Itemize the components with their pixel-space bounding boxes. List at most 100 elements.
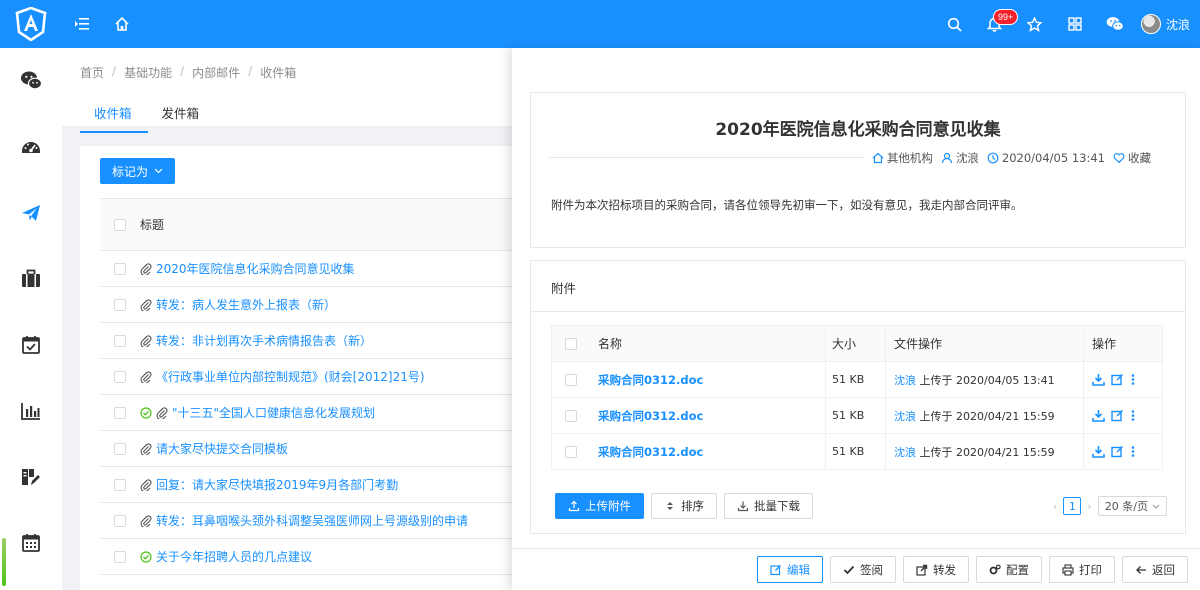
batch-download-button[interactable]: 批量下载 xyxy=(724,493,813,519)
menu-toggle-button[interactable] xyxy=(62,0,102,48)
attachment-rows: 采购合同0312.doc 51 KB 沈浪 上传于 2020/04/05 13:41… xyxy=(551,362,1163,470)
page-size-select[interactable]: 20 条/页 xyxy=(1097,496,1167,516)
more-vertical-icon[interactable] xyxy=(1130,373,1136,386)
sidebar-item-chart[interactable] xyxy=(0,378,62,444)
paperclip-icon xyxy=(140,442,152,455)
download-icon[interactable] xyxy=(1092,445,1105,458)
download-icon[interactable] xyxy=(1092,409,1105,422)
notification-button[interactable]: 99+ xyxy=(975,0,1019,48)
uploader-link[interactable]: 沈浪 xyxy=(894,374,916,387)
app-logo[interactable] xyxy=(0,0,62,48)
forward-button[interactable]: 转发 xyxy=(903,556,969,583)
table-row[interactable]: 回复：请大家尽快填报2019年9月各部门考勤 xyxy=(100,467,520,503)
row-checkbox[interactable] xyxy=(114,514,126,527)
table-row[interactable]: 关于今年招聘人员的几点建议 xyxy=(100,539,520,575)
mail-title-link[interactable]: 回复：请大家尽快填报2019年9月各部门考勤 xyxy=(140,476,398,493)
sort-button[interactable]: 排序 xyxy=(651,493,717,519)
table-row[interactable]: 2020年医院信息化采购合同意见收集 xyxy=(100,251,520,287)
breadcrumb-internal-mail[interactable]: 内部邮件 xyxy=(192,64,240,81)
prev-page-icon[interactable]: ‹ xyxy=(1053,500,1057,513)
mail-title-link[interactable]: 转发：非计划再次手术病情报告表（新） xyxy=(140,332,372,349)
attachments-table-header: 名称 大小 文件操作 操作 xyxy=(551,325,1163,362)
download-icon[interactable] xyxy=(1092,373,1105,386)
print-button[interactable]: 打印 xyxy=(1049,556,1115,583)
download-icon xyxy=(737,501,749,512)
sidebar-item-dashboard[interactable] xyxy=(0,114,62,180)
row-checkbox[interactable] xyxy=(114,334,126,347)
attachment-name-link[interactable]: 采购合同0312.doc xyxy=(598,372,703,388)
att-op-cell: 沈浪 上传于 2020/04/21 15:59 xyxy=(886,434,1084,469)
edit-icon[interactable] xyxy=(1111,409,1124,422)
attachment-checkbox[interactable] xyxy=(565,409,577,422)
row-checkbox[interactable] xyxy=(114,550,126,563)
sidebar-item-wechat[interactable] xyxy=(0,48,62,114)
mail-title-link[interactable]: 请大家尽快提交合同模板 xyxy=(140,440,288,457)
edit-icon[interactable] xyxy=(1111,373,1124,386)
home-button[interactable] xyxy=(102,0,142,48)
back-button[interactable]: 返回 xyxy=(1122,556,1188,583)
table-row[interactable]: "十三五"全国人口健康信息化发展规划 xyxy=(100,395,520,431)
arrow-left-icon xyxy=(1136,565,1146,574)
edit-button[interactable]: 编辑 xyxy=(757,556,823,583)
user-menu[interactable]: 沈浪 xyxy=(1135,14,1190,34)
row-checkbox[interactable] xyxy=(114,298,126,311)
pagination: ‹ 1 › 20 条/页 xyxy=(1053,496,1167,516)
search-button[interactable] xyxy=(935,0,975,48)
row-checkbox[interactable] xyxy=(114,262,126,275)
uploader-link[interactable]: 沈浪 xyxy=(894,410,916,423)
sidebar-scroll-indicator[interactable] xyxy=(2,538,6,586)
attachment-checkbox[interactable] xyxy=(565,445,577,458)
table-row[interactable]: 转发：耳鼻咽喉头颈外科调整吴强医师网上号源级别的申请 xyxy=(100,503,520,539)
uploader-link[interactable]: 沈浪 xyxy=(894,446,916,459)
paperclip-icon xyxy=(140,370,152,383)
mail-title-link[interactable]: 转发：病人发生意外上报表（新） xyxy=(140,296,336,313)
more-vertical-icon[interactable] xyxy=(1130,445,1136,458)
sidebar-item-calendar-check[interactable] xyxy=(0,312,62,378)
breadcrumb-basic[interactable]: 基础功能 xyxy=(124,64,172,81)
row-checkbox[interactable] xyxy=(114,478,126,491)
edit-icon xyxy=(770,564,781,575)
attachment-name-link[interactable]: 采购合同0312.doc xyxy=(598,408,703,424)
chevron-down-icon xyxy=(154,168,163,174)
wechat-button[interactable] xyxy=(1095,0,1135,48)
more-vertical-icon[interactable] xyxy=(1130,409,1136,422)
sidebar-item-briefcase[interactable] xyxy=(0,246,62,312)
sidebar-item-calendar[interactable] xyxy=(0,510,62,576)
mail-title-link[interactable]: "十三五"全国人口健康信息化发展规划 xyxy=(140,404,375,421)
apps-button[interactable] xyxy=(1055,0,1095,48)
att-check-cell xyxy=(552,373,590,386)
mail-subject: 《行政事业单位内部控制规范》(财会[2012]21号) xyxy=(156,370,425,384)
favorite-button[interactable]: 收藏 xyxy=(1113,150,1151,166)
current-page[interactable]: 1 xyxy=(1063,497,1082,515)
table-row[interactable]: 《行政事业单位内部控制规范》(财会[2012]21号) xyxy=(100,359,520,395)
tab-inbox[interactable]: 收件箱 xyxy=(80,103,148,133)
edit-label: 编辑 xyxy=(787,562,810,577)
att-select-all-checkbox[interactable] xyxy=(565,337,577,350)
upload-attachment-button[interactable]: 上传附件 xyxy=(555,493,644,519)
att-name-cell: 采购合同0312.doc xyxy=(590,434,826,469)
tab-outbox[interactable]: 发件箱 xyxy=(148,103,216,133)
sidebar-item-mail[interactable] xyxy=(0,180,62,246)
table-row[interactable]: 转发：病人发生意外上报表（新） xyxy=(100,287,520,323)
favorites-button[interactable] xyxy=(1015,0,1055,48)
sidebar-item-records[interactable] xyxy=(0,444,62,510)
row-checkbox[interactable] xyxy=(114,370,126,383)
edit-icon[interactable] xyxy=(1111,445,1124,458)
mark-as-label: 标记为 xyxy=(112,164,149,179)
select-all-checkbox[interactable] xyxy=(114,218,126,231)
mail-title-link[interactable]: 关于今年招聘人员的几点建议 xyxy=(140,548,312,565)
row-checkbox[interactable] xyxy=(114,406,126,419)
attachment-name-link[interactable]: 采购合同0312.doc xyxy=(598,444,703,460)
mark-as-dropdown[interactable]: 标记为 xyxy=(100,158,176,184)
config-button[interactable]: 配置 xyxy=(976,556,1042,583)
sign-button[interactable]: 签阅 xyxy=(830,556,896,583)
mail-title-link[interactable]: 转发：耳鼻咽喉头颈外科调整吴强医师网上号源级别的申请 xyxy=(140,512,468,529)
mail-title-link[interactable]: 《行政事业单位内部控制规范》(财会[2012]21号) xyxy=(140,368,425,385)
table-row[interactable]: 转发：非计划再次手术病情报告表（新） xyxy=(100,323,520,359)
mail-title-link[interactable]: 2020年医院信息化采购合同意见收集 xyxy=(140,260,355,277)
breadcrumb-home[interactable]: 首页 xyxy=(80,64,104,81)
row-checkbox[interactable] xyxy=(114,442,126,455)
next-page-icon[interactable]: › xyxy=(1087,500,1091,513)
table-row[interactable]: 请大家尽快提交合同模板 xyxy=(100,431,520,467)
attachment-checkbox[interactable] xyxy=(565,373,577,386)
